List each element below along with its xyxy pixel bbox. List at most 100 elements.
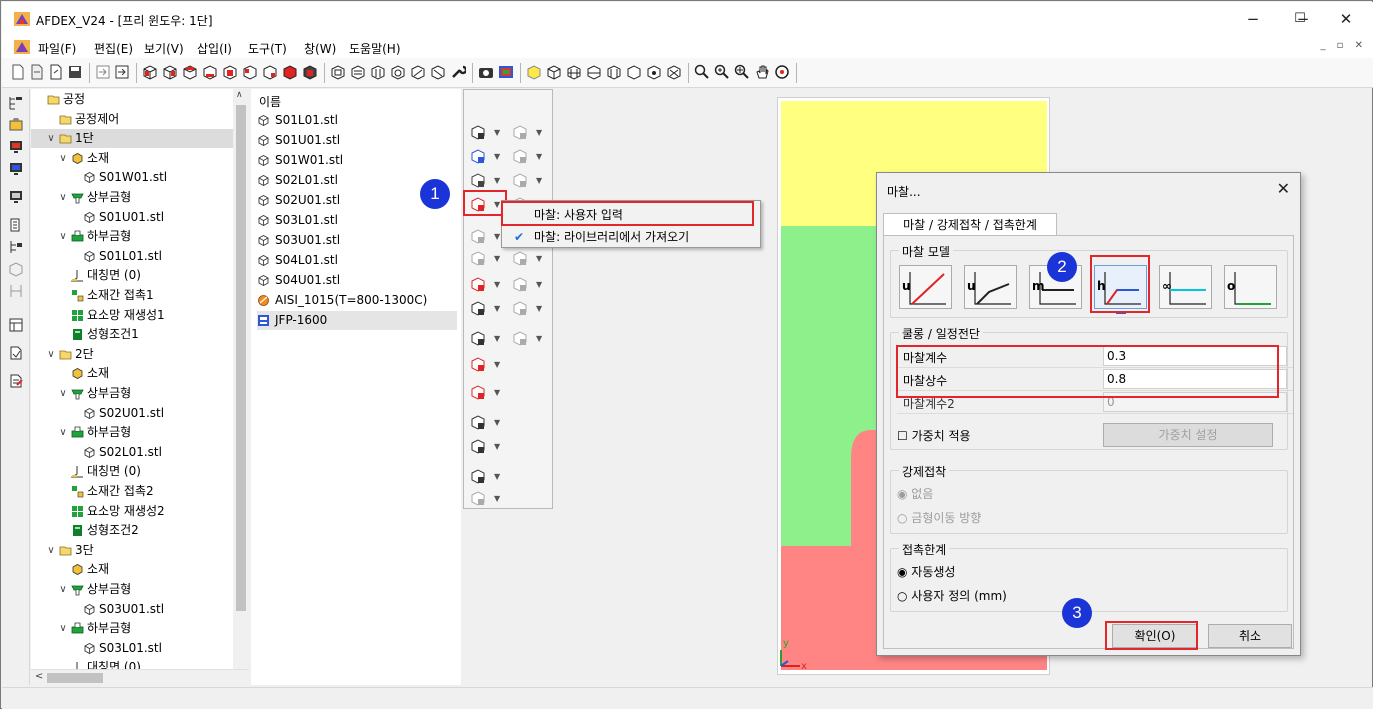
menu-view[interactable]: 보기(V) bbox=[144, 40, 184, 57]
cube-view-1-icon[interactable] bbox=[142, 64, 158, 80]
highlight-yellow-icon[interactable] bbox=[526, 64, 542, 80]
monitor-icon[interactable] bbox=[8, 189, 24, 205]
expand-chevron-icon[interactable]: ∨ bbox=[57, 423, 69, 442]
pan-hand-icon[interactable] bbox=[754, 64, 770, 80]
heat2-cond-icon[interactable] bbox=[470, 250, 492, 268]
dropdown-arrow-icon[interactable]: ▼ bbox=[494, 360, 500, 369]
tree-item[interactable]: 성형조건2 bbox=[31, 521, 233, 540]
slider-icon[interactable] bbox=[8, 283, 24, 299]
menu-insert[interactable]: 삽입(I) bbox=[197, 40, 232, 57]
friction-model-button-2[interactable]: u bbox=[964, 265, 1017, 309]
tree-item[interactable]: 소재 bbox=[31, 364, 233, 383]
mesh-cond-icon[interactable] bbox=[470, 414, 492, 432]
tree-item[interactable]: ∨ 상부금형 bbox=[31, 580, 233, 599]
expand-chevron-icon[interactable]: ∨ bbox=[57, 149, 69, 168]
script-icon[interactable] bbox=[8, 345, 24, 361]
dropdown-arrow-icon[interactable]: ▼ bbox=[536, 128, 542, 137]
dropdown-arrow-icon[interactable]: ▼ bbox=[494, 494, 500, 503]
tree-item[interactable]: 성형조건1 bbox=[31, 325, 233, 344]
maximize-button[interactable]: ☐ bbox=[1277, 6, 1323, 32]
mesh2-cond-icon[interactable] bbox=[470, 438, 492, 456]
zoom-fit-icon[interactable] bbox=[694, 64, 710, 80]
tree-item[interactable]: ∨ 상부금형 bbox=[31, 384, 233, 403]
tree-view-icon[interactable] bbox=[8, 95, 24, 111]
tree-item[interactable]: S03L01.stl bbox=[31, 639, 233, 658]
mesh-icon[interactable] bbox=[8, 217, 24, 233]
zoom-window-icon[interactable] bbox=[734, 64, 750, 80]
contact-cond-icon[interactable] bbox=[470, 384, 492, 402]
tree-item[interactable]: ∨ 3단 bbox=[31, 541, 233, 560]
file-list-item[interactable]: S04L01.stl bbox=[257, 251, 457, 270]
tree-vertical-scrollbar[interactable]: ∧ ∨ bbox=[233, 89, 249, 685]
dialog-close-button[interactable]: ✕ bbox=[1277, 179, 1290, 198]
radio-die-direction[interactable]: ○ 금형이동 방향 bbox=[897, 509, 981, 526]
tree-item[interactable]: ∨ 하부금형 bbox=[31, 619, 233, 638]
tree-item[interactable]: ∨ 상부금형 bbox=[31, 188, 233, 207]
stop-cond-icon[interactable] bbox=[470, 276, 492, 294]
block-3-icon[interactable] bbox=[586, 64, 602, 80]
tree-item[interactable]: S01U01.stl bbox=[31, 208, 233, 227]
circle-tool-icon[interactable] bbox=[512, 250, 534, 268]
rotate-view-icon[interactable] bbox=[774, 64, 790, 80]
tree-item[interactable]: S03U01.stl bbox=[31, 600, 233, 619]
remesh-cond-icon[interactable] bbox=[470, 300, 492, 318]
minimize-button[interactable]: − bbox=[1230, 6, 1276, 32]
dropdown-arrow-icon[interactable]: ▼ bbox=[494, 232, 500, 241]
tree-item[interactable]: S01L01.stl bbox=[31, 247, 233, 266]
menu-help[interactable]: 도움말(H) bbox=[349, 40, 401, 57]
expand-chevron-icon[interactable]: ∨ bbox=[57, 384, 69, 403]
tree-item[interactable]: 공정제어 bbox=[31, 110, 233, 129]
block-2-icon[interactable] bbox=[566, 64, 582, 80]
cube-view-4-icon[interactable] bbox=[202, 64, 218, 80]
dropdown-arrow-icon[interactable]: ▼ bbox=[536, 304, 542, 313]
weight-apply-checkbox[interactable]: ☐ 가중치 적용 bbox=[897, 427, 971, 444]
tree-hscroll-thumb[interactable] bbox=[47, 673, 103, 683]
zoom-in-icon[interactable] bbox=[714, 64, 730, 80]
expand-chevron-icon[interactable]: ∨ bbox=[45, 541, 57, 560]
cube-view-3-icon[interactable] bbox=[182, 64, 198, 80]
radio-none[interactable]: ◉ 없음 bbox=[897, 485, 933, 502]
tree-item[interactable]: 소재간 접촉1 bbox=[31, 286, 233, 305]
expand-chevron-icon[interactable]: ∨ bbox=[57, 580, 69, 599]
file-list-item[interactable]: JFP-1600 bbox=[257, 311, 457, 330]
load-cond-icon[interactable] bbox=[470, 356, 492, 374]
menu-friction-from-library[interactable]: ✔ 마찰: 라이브러리에서 가져오기 bbox=[504, 226, 758, 248]
monitor-blue-icon[interactable] bbox=[8, 161, 24, 177]
friction-model-button-5[interactable]: ∞ bbox=[1159, 265, 1212, 309]
file-list-item[interactable]: S04U01.stl bbox=[257, 271, 457, 290]
layout-icon[interactable] bbox=[8, 317, 24, 333]
weight-settings-button[interactable]: 가중치 설정 bbox=[1103, 423, 1273, 447]
report-icon[interactable] bbox=[8, 373, 24, 389]
scroll-left-icon[interactable]: < bbox=[35, 671, 43, 682]
tree-item[interactable]: 소재간 접촉2 bbox=[31, 482, 233, 501]
export-icon[interactable] bbox=[114, 64, 130, 80]
block-4-icon[interactable] bbox=[606, 64, 622, 80]
dropdown-arrow-icon[interactable]: ▼ bbox=[494, 334, 500, 343]
mdi-window-controls[interactable]: _ ▫ ✕ bbox=[1320, 40, 1367, 51]
monitor-red-icon[interactable] bbox=[8, 139, 24, 155]
tree-item[interactable]: ∨ 소재 bbox=[31, 149, 233, 168]
open-folder-icon[interactable] bbox=[48, 64, 64, 80]
hatch-tool-icon[interactable] bbox=[512, 330, 534, 348]
file-list-item[interactable]: S03L01.stl bbox=[257, 211, 457, 230]
output-cond-icon[interactable] bbox=[470, 468, 492, 486]
radio-user-defined[interactable]: ○ 사용자 정의 (mm) bbox=[897, 587, 1007, 604]
menu-window[interactable]: 창(W) bbox=[304, 40, 336, 57]
radio-auto-generate[interactable]: ◉ 자동생성 bbox=[897, 563, 955, 580]
cube-view-6-icon[interactable] bbox=[242, 64, 258, 80]
dropdown-arrow-icon[interactable]: ▼ bbox=[536, 334, 542, 343]
file-list-item[interactable]: S01U01.stl bbox=[257, 131, 457, 150]
file-list-item[interactable]: S03U01.stl bbox=[257, 231, 457, 250]
menu-edit[interactable]: 편집(E) bbox=[94, 40, 133, 57]
symmetry-tool-icon[interactable] bbox=[512, 148, 534, 166]
press-cond-icon[interactable] bbox=[470, 172, 492, 190]
dropdown-arrow-icon[interactable]: ▼ bbox=[494, 280, 500, 289]
dropdown-arrow-icon[interactable]: ▼ bbox=[494, 128, 500, 137]
open-file-icon[interactable] bbox=[29, 64, 45, 80]
display-mode-6-icon[interactable] bbox=[430, 64, 446, 80]
scroll-up-icon[interactable]: ∧ bbox=[236, 90, 243, 100]
tree-scroll-thumb[interactable] bbox=[236, 105, 246, 611]
temperature-cond-icon[interactable] bbox=[470, 148, 492, 166]
new-file-icon[interactable] bbox=[10, 64, 26, 80]
expand-chevron-icon[interactable]: ∨ bbox=[57, 227, 69, 246]
